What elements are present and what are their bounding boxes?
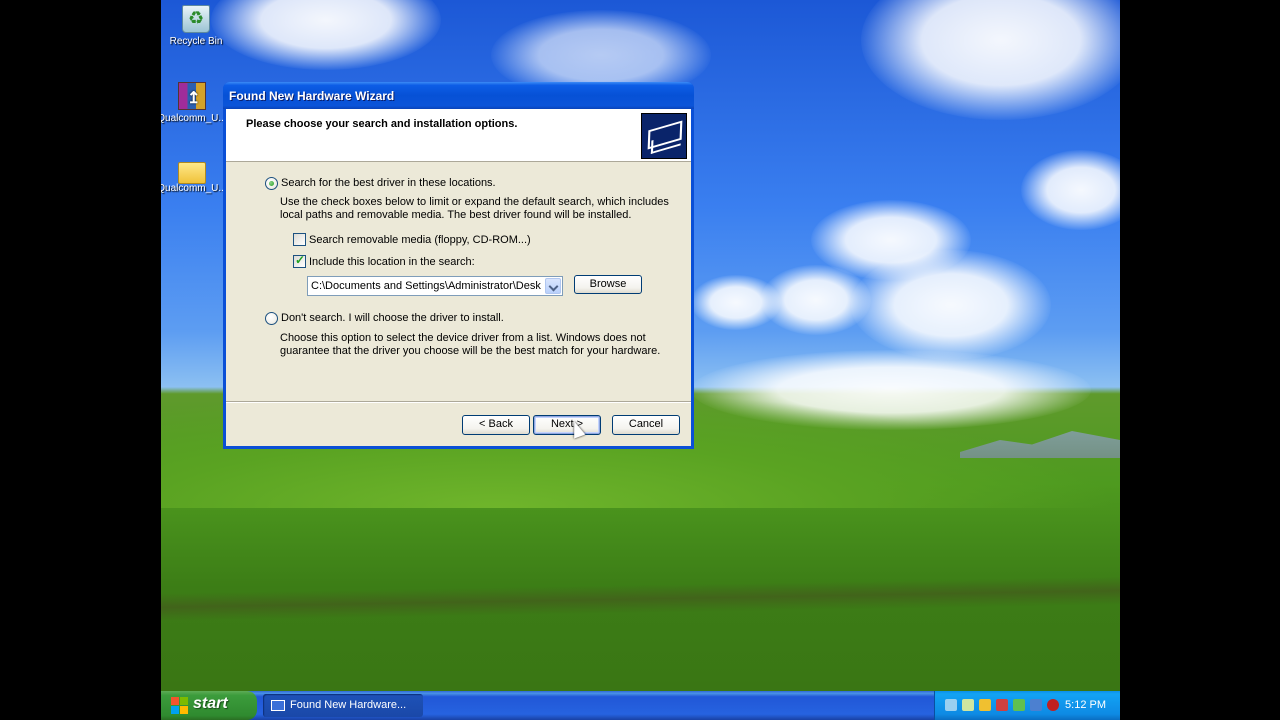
network-icon[interactable] xyxy=(945,699,957,711)
location-path-combobox[interactable]: C:\Documents and Settings\Administrator\… xyxy=(307,276,563,296)
include-location-checkbox[interactable] xyxy=(293,253,306,268)
antivirus-icon[interactable] xyxy=(1047,699,1059,711)
manual-option-radio[interactable] xyxy=(265,312,278,325)
search-option-description: Use the check boxes below to limit or ex… xyxy=(280,196,669,221)
title-bar[interactable]: Found New Hardware Wizard xyxy=(223,82,694,109)
desktop-icon-qualcomm-archive[interactable]: Qualcomm_U... xyxy=(161,82,230,124)
browse-button[interactable]: Browse xyxy=(574,275,642,294)
desktop-icon-label: Qualcomm_U... xyxy=(161,113,227,124)
taskbar-item-found-new-hardware[interactable]: Found New Hardware... xyxy=(263,694,423,717)
desktop-icon-label: Recycle Bin xyxy=(169,36,223,47)
usb-icon[interactable] xyxy=(962,699,974,711)
manual-option-label[interactable]: Don't search. I will choose the driver t… xyxy=(281,312,504,325)
manual-option-description: Choose this option to select the device … xyxy=(280,332,661,357)
update-icon[interactable] xyxy=(1013,699,1025,711)
clock[interactable]: 5:12 PM xyxy=(1065,699,1106,711)
removable-media-label[interactable]: Search removable media (floppy, CD-ROM..… xyxy=(309,234,531,247)
include-location-label[interactable]: Include this location in the search: xyxy=(309,256,475,269)
start-label: start xyxy=(193,695,228,712)
hardware-wizard-icon xyxy=(641,113,687,159)
wizard-separator xyxy=(226,401,691,403)
winrar-archive-icon xyxy=(178,82,206,110)
removable-media-checkbox[interactable] xyxy=(293,233,306,246)
location-path-value[interactable]: C:\Documents and Settings\Administrator\… xyxy=(311,280,541,292)
search-option-radio[interactable] xyxy=(265,177,278,190)
wizard-heading: Please choose your search and installati… xyxy=(246,118,518,130)
wizard-body: Please choose your search and installati… xyxy=(226,109,691,446)
desktop-icon-recycle-bin[interactable]: Recycle Bin xyxy=(161,5,234,47)
folder-icon xyxy=(178,162,206,184)
wizard-window: Found New Hardware Wizard Please choose … xyxy=(223,82,694,449)
window-title: Found New Hardware Wizard xyxy=(229,88,395,103)
desktop-icon-label: Qualcomm_U... xyxy=(161,183,227,194)
chevron-down-icon[interactable] xyxy=(545,278,561,294)
search-option-label[interactable]: Search for the best driver in these loca… xyxy=(281,177,496,190)
taskbar-item-label: Found New Hardware... xyxy=(290,699,407,711)
messenger-icon[interactable] xyxy=(996,699,1008,711)
desktop-icon-qualcomm-folder[interactable]: Qualcomm_U... xyxy=(161,158,230,194)
start-button[interactable]: start xyxy=(161,691,257,720)
connection-icon[interactable] xyxy=(1030,699,1042,711)
window-icon xyxy=(271,700,285,711)
back-button[interactable]: < Back xyxy=(462,415,530,435)
security-shield-icon[interactable] xyxy=(979,699,991,711)
system-tray: 5:12 PM xyxy=(934,691,1120,720)
wizard-header: Please choose your search and installati… xyxy=(226,109,691,162)
cancel-button[interactable]: Cancel xyxy=(612,415,680,435)
taskbar: start Found New Hardware... 5:12 PM xyxy=(161,691,1120,720)
windows-logo-icon xyxy=(171,697,188,714)
next-button[interactable]: Next > xyxy=(533,415,601,435)
recycle-bin-icon xyxy=(182,5,210,33)
